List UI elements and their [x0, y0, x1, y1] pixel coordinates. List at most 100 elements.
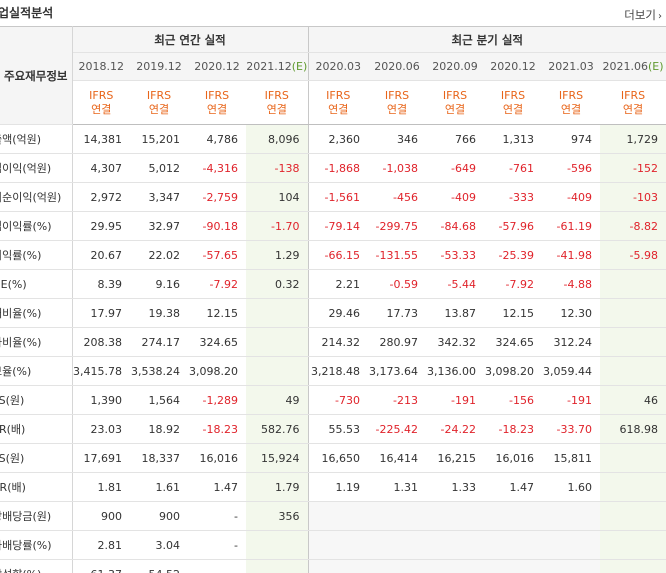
table-cell [484, 501, 542, 531]
table-cell: 3,538.24 [130, 356, 188, 386]
table-cell: - [188, 501, 246, 531]
table-cell: -103 [600, 182, 666, 212]
table-cell: 324.65 [188, 327, 246, 357]
table-row: 채비율(%)17.9719.3812.1529.4617.7313.8712.1… [0, 298, 666, 328]
table-cell: -1,868 [308, 153, 368, 183]
row-label: 출액(억원) [0, 124, 73, 154]
table-cell: -138 [246, 153, 309, 183]
group-quarterly: 최근 분기 실적 [308, 26, 666, 53]
table-row: 이익률(%)20.6722.02-57.651.29-66.15-131.55-… [0, 240, 666, 270]
table-row: 업이익률(%)29.9532.97-90.18-1.70-79.14-299.7… [0, 211, 666, 241]
table-cell: 16,414 [368, 443, 426, 473]
ifrs-label: IFRS [558, 88, 584, 102]
table-cell: 900 [130, 501, 188, 531]
table-cell: -152 [600, 153, 666, 183]
table-cell: 1.47 [188, 472, 246, 502]
period-label: 2020.03 [315, 60, 362, 73]
table-cell: 208.38 [72, 327, 130, 357]
period-header: 2020.03 [308, 52, 368, 81]
table-cell: -333 [484, 182, 542, 212]
table-cell: 3,218.48 [308, 356, 368, 386]
table-cell: -1,561 [308, 182, 368, 212]
table-cell: 15,811 [542, 443, 600, 473]
row-label: 이익률(%) [0, 240, 73, 270]
ifrs-label: IFRS [384, 88, 410, 102]
period-label: 2020.09 [432, 60, 478, 73]
table-cell: 2.21 [308, 269, 368, 299]
table-cell: 618.98 [600, 414, 666, 444]
table-cell [600, 327, 666, 357]
table-cell: 2,360 [308, 124, 368, 154]
table-cell: 1,564 [130, 385, 188, 415]
table-cell: 16,016 [484, 443, 542, 473]
table-cell: 9.16 [130, 269, 188, 299]
row-label: PS(원) [0, 443, 73, 473]
more-link-label: 더보기 [624, 8, 656, 22]
table-cell: 23.03 [72, 414, 130, 444]
table-cell: 4,786 [188, 124, 246, 154]
table-cell: 3,347 [130, 182, 188, 212]
ifrs-basis: IFRS 연결 [484, 80, 542, 125]
table-cell: -7.92 [188, 269, 246, 299]
table-cell: -18.23 [188, 414, 246, 444]
table-cell: 12.15 [188, 298, 246, 328]
table-cell: 3.04 [130, 530, 188, 560]
table-cell: -5.98 [600, 240, 666, 270]
table-row: 출액(억원)14,38115,2014,7868,0962,3603467661… [0, 124, 666, 154]
table-cell: -25.39 [484, 240, 542, 270]
row-label: OE(%) [0, 269, 73, 299]
row-label: 업이익(억원) [0, 153, 73, 183]
table-cell: 1.29 [246, 240, 309, 270]
table-cell [542, 501, 600, 531]
table-cell: -5.44 [426, 269, 484, 299]
table-cell: 104 [246, 182, 309, 212]
table-cell: -57.65 [188, 240, 246, 270]
row-label: 기순이익(억원) [0, 182, 73, 212]
table-cell: 4,307 [72, 153, 130, 183]
ifrs-basis: IFRS 연결 [600, 80, 666, 125]
table-cell [368, 501, 426, 531]
table-cell [308, 501, 368, 531]
table-cell: 1,390 [72, 385, 130, 415]
table-cell [542, 530, 600, 560]
more-link[interactable]: 더보기 › [624, 7, 662, 23]
table-row: 좌비율(%)208.38274.17324.65214.32280.97342.… [0, 327, 666, 357]
ifrs-basis: IFRS 연결 [246, 80, 309, 125]
ifrs-label: IFRS [204, 88, 230, 102]
table-cell [368, 530, 426, 560]
table-cell: 214.32 [308, 327, 368, 357]
table-cell: 766 [426, 124, 484, 154]
table-cell: 3,059.44 [542, 356, 600, 386]
table-cell: 3,098.20 [188, 356, 246, 386]
table-cell: -4.88 [542, 269, 600, 299]
chevron-right-icon: › [658, 11, 662, 22]
table-cell: 1.33 [426, 472, 484, 502]
table-cell: 2.81 [72, 530, 130, 560]
table-cell: 3,173.64 [368, 356, 426, 386]
table-cell [308, 559, 368, 573]
ifrs-label: IFRS [89, 88, 114, 102]
group-annual: 최근 연간 실적 [72, 26, 309, 53]
table-cell: 1,313 [484, 124, 542, 154]
consolidated-label: 연결 [91, 102, 112, 116]
table-cell: 46 [600, 385, 666, 415]
ifrs-basis: IFRS 연결 [188, 80, 246, 125]
consolidated-label: 연결 [560, 102, 582, 116]
table-cell: -4,316 [188, 153, 246, 183]
table-cell: 20.67 [72, 240, 130, 270]
table-cell: 8.39 [72, 269, 130, 299]
table-row: BR(배)1.811.611.471.791.191.311.331.471.6… [0, 472, 666, 502]
table-row: PS(원)17,69118,33716,01615,92416,65016,41… [0, 443, 666, 473]
consolidated-label: 연결 [206, 102, 228, 116]
table-cell: 19.38 [130, 298, 188, 328]
row-label: 당성향(%) [0, 559, 73, 573]
table-cell: -730 [308, 385, 368, 415]
ifrs-basis: IFRS 연결 [426, 80, 484, 125]
table-cell [246, 356, 309, 386]
table-cell: 356 [246, 501, 309, 531]
table-cell: - [188, 530, 246, 560]
ifrs-label: IFRS [146, 88, 172, 102]
period-header: 2020.12 [188, 52, 246, 81]
table-cell [600, 443, 666, 473]
consolidated-label: 연결 [328, 102, 349, 116]
